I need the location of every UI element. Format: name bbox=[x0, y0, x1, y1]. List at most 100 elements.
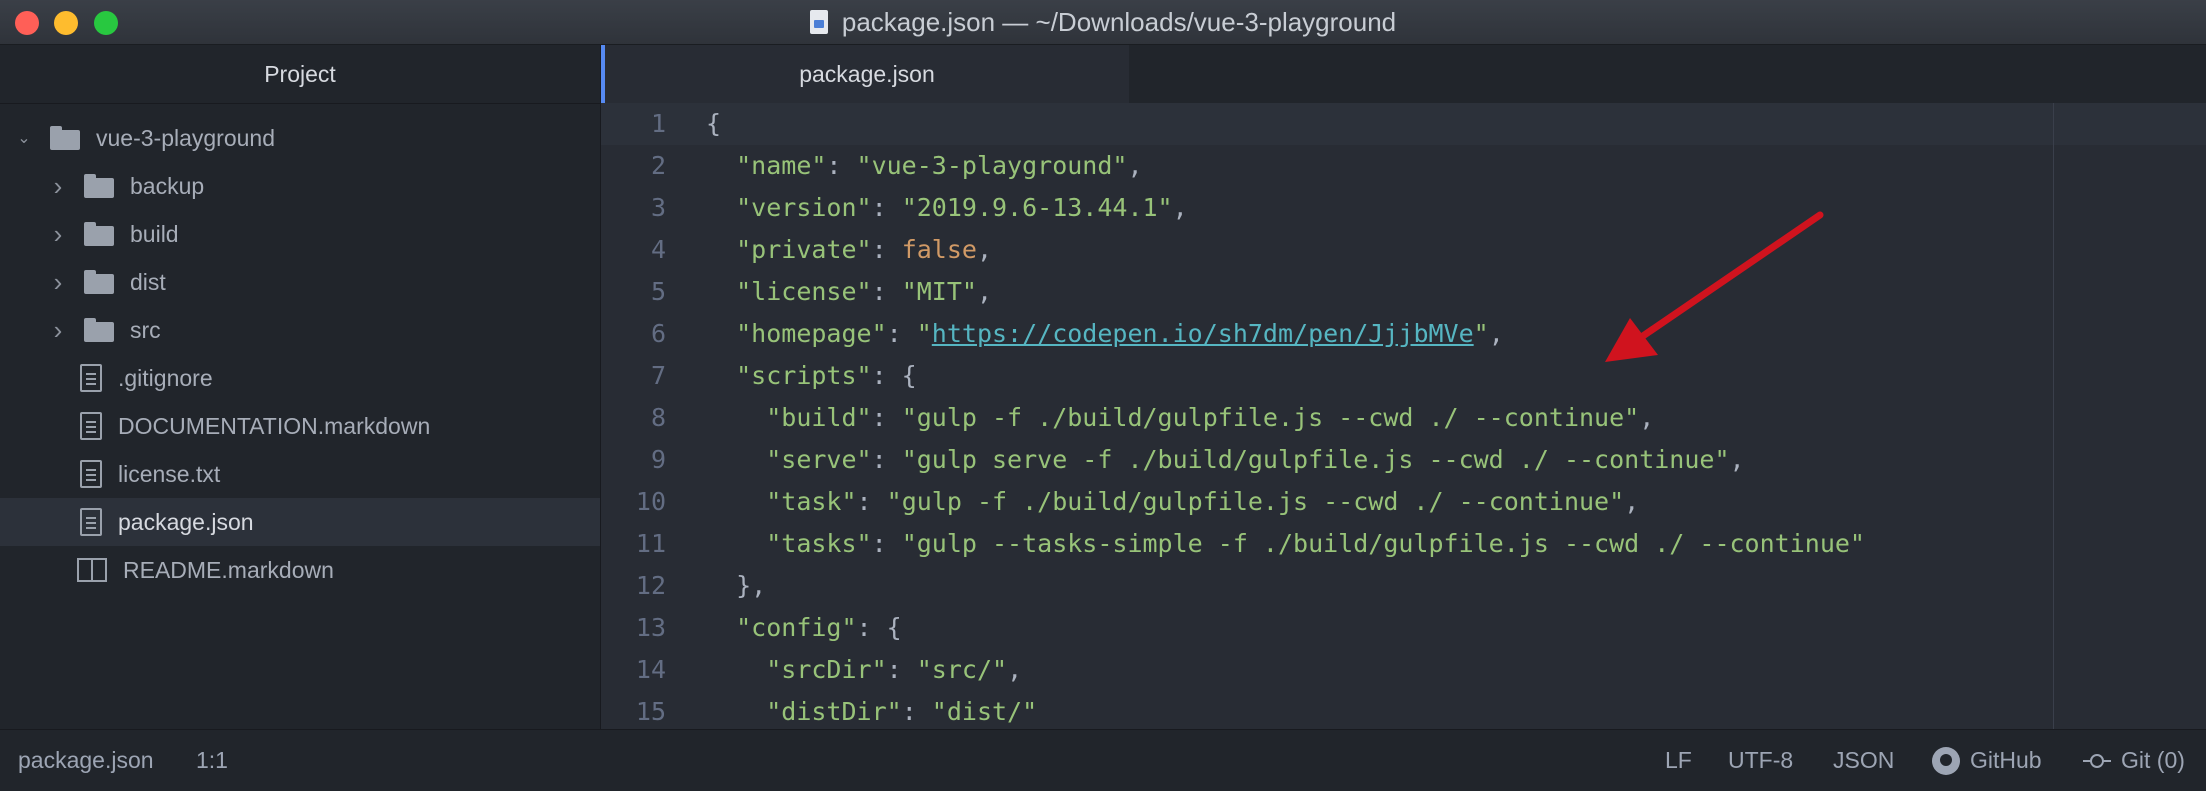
line-content: "version": "2019.9.6-13.44.1", bbox=[706, 187, 1188, 229]
code-token: : bbox=[886, 319, 917, 348]
code-token: , bbox=[1127, 151, 1143, 180]
chevron-right-icon[interactable]: › bbox=[50, 171, 66, 201]
line-number: 11 bbox=[635, 529, 666, 558]
tab-package-json[interactable]: package.json bbox=[601, 45, 1129, 103]
code-line[interactable]: 4 "private": false, bbox=[601, 229, 2206, 271]
line-content: "license": "MIT", bbox=[706, 271, 992, 313]
code-line[interactable]: 5 "license": "MIT", bbox=[601, 271, 2206, 313]
code-token: : { bbox=[871, 361, 917, 390]
status-bar: package.json 1:1 LF UTF-8 JSON GitHub Gi… bbox=[0, 729, 2206, 791]
book-icon bbox=[77, 558, 107, 582]
line-content: "private": false, bbox=[706, 229, 992, 271]
tree-item-label: DOCUMENTATION.markdown bbox=[118, 412, 431, 439]
git-commit-icon bbox=[2083, 753, 2111, 768]
code-token: "vue-3-playground" bbox=[856, 151, 1128, 180]
code-line[interactable]: 13 "config": { bbox=[601, 607, 2206, 649]
code-token: "dist/" bbox=[931, 697, 1038, 726]
chevron-down-icon[interactable]: ⌄ bbox=[16, 130, 32, 147]
file-text-icon bbox=[80, 364, 102, 392]
tree-item-package-json[interactable]: package.json bbox=[0, 498, 600, 546]
document-icon bbox=[809, 10, 828, 34]
code-token: , bbox=[976, 277, 993, 306]
code-token: "serve" bbox=[766, 445, 872, 474]
code-token: "gulp -f ./build/gulpfile.js --cwd ./ --… bbox=[901, 403, 1640, 432]
chevron-right-icon[interactable]: › bbox=[50, 267, 66, 297]
line-number: 8 bbox=[650, 403, 666, 432]
tree-item-documentation-markdown[interactable]: DOCUMENTATION.markdown bbox=[0, 402, 600, 450]
code-line[interactable]: 9 "serve": "gulp serve -f ./build/gulpfi… bbox=[601, 439, 2206, 481]
code-line[interactable]: 11 "tasks": "gulp --tasks-simple -f ./bu… bbox=[601, 523, 2206, 565]
tree-item-label: src bbox=[130, 316, 161, 343]
status-git[interactable]: Git (0) bbox=[2083, 730, 2185, 791]
line-content: "build": "gulp -f ./build/gulpfile.js --… bbox=[706, 397, 1654, 439]
tree-item-label: README.markdown bbox=[123, 556, 334, 583]
code-token: : bbox=[901, 697, 932, 726]
code-line[interactable]: 3 "version": "2019.9.6-13.44.1", bbox=[601, 187, 2206, 229]
code-editor[interactable]: 1{2 "name": "vue-3-playground", 3 "versio… bbox=[601, 103, 2206, 729]
status-github-label: GitHub bbox=[1970, 747, 2042, 773]
code-token: , bbox=[1172, 193, 1188, 222]
tree-item-license-txt[interactable]: license.txt bbox=[0, 450, 600, 498]
folder-icon bbox=[84, 318, 114, 342]
status-line-ending[interactable]: LF bbox=[1665, 730, 1692, 791]
tree-item-src[interactable]: › src bbox=[0, 306, 600, 354]
code-token: , bbox=[1007, 655, 1023, 684]
code-line[interactable]: 10 "task": "gulp -f ./build/gulpfile.js … bbox=[601, 481, 2206, 523]
code-token: , bbox=[976, 235, 993, 264]
code-token: "gulp --tasks-simple -f ./build/gulpfile… bbox=[901, 529, 1865, 558]
code-token: : bbox=[871, 529, 902, 558]
code-token: "version" bbox=[736, 193, 872, 222]
line-number: 9 bbox=[650, 445, 666, 474]
code-token: { bbox=[706, 109, 722, 138]
code-line[interactable]: 12 }, bbox=[601, 565, 2206, 607]
status-cursor-position[interactable]: 1:1 bbox=[196, 730, 228, 791]
chevron-right-icon[interactable]: › bbox=[50, 219, 66, 249]
code-token: , bbox=[1488, 319, 1504, 348]
folder-icon bbox=[50, 126, 80, 150]
status-encoding[interactable]: UTF-8 bbox=[1728, 730, 1793, 791]
folder-icon bbox=[84, 174, 114, 198]
tree-item-label: license.txt bbox=[118, 460, 221, 487]
line-number: 5 bbox=[650, 277, 666, 306]
folder-icon bbox=[84, 270, 114, 294]
line-number: 1 bbox=[650, 109, 666, 138]
code-line[interactable]: 2 "name": "vue-3-playground", bbox=[601, 145, 2206, 187]
tree-item-build[interactable]: › build bbox=[0, 210, 600, 258]
tree-root-folder[interactable]: ⌄ vue-3-playground bbox=[0, 114, 600, 162]
code-token: "scripts" bbox=[736, 361, 872, 390]
code-token: , bbox=[1624, 487, 1640, 516]
tree-item-label: package.json bbox=[118, 508, 254, 535]
homepage-link[interactable]: https://codepen.io/sh7dm/pen/JjjbMVe bbox=[932, 319, 1474, 348]
tree-item-backup[interactable]: › backup bbox=[0, 162, 600, 210]
tree-item-gitignore[interactable]: .gitignore bbox=[0, 354, 600, 402]
sidebar-header[interactable]: Project bbox=[0, 45, 600, 104]
code-line[interactable]: 8 "build": "gulp -f ./build/gulpfile.js … bbox=[601, 397, 2206, 439]
code-token: : bbox=[871, 445, 902, 474]
tree-item-label: build bbox=[130, 220, 179, 247]
tree-item-readme-markdown[interactable]: README.markdown bbox=[0, 546, 600, 594]
status-file-name[interactable]: package.json bbox=[18, 730, 154, 791]
code-line[interactable]: 1{ bbox=[601, 103, 2206, 145]
status-github[interactable]: GitHub bbox=[1932, 730, 2042, 791]
line-number: 7 bbox=[650, 361, 666, 390]
code-line[interactable]: 15 "distDir": "dist/" bbox=[601, 691, 2206, 729]
line-number: 3 bbox=[650, 193, 666, 222]
tree-item-label: dist bbox=[130, 268, 166, 295]
line-number: 12 bbox=[635, 571, 666, 600]
code-token: , bbox=[1729, 445, 1745, 474]
chevron-right-icon[interactable]: › bbox=[50, 315, 66, 345]
code-line[interactable]: 14 "srcDir": "src/", bbox=[601, 649, 2206, 691]
code-line[interactable]: 6 "homepage": "https://codepen.io/sh7dm/… bbox=[601, 313, 2206, 355]
code-line[interactable]: 7 "scripts": { bbox=[601, 355, 2206, 397]
tab-bar: package.json bbox=[601, 45, 2206, 104]
project-sidebar: Project ⌄ vue-3-playground › backup › build… bbox=[0, 45, 601, 729]
line-number: 10 bbox=[635, 487, 666, 516]
status-grammar[interactable]: JSON bbox=[1833, 730, 1894, 791]
code-token: "name" bbox=[736, 151, 827, 180]
code-token: : bbox=[856, 487, 887, 516]
tree-item-dist[interactable]: › dist bbox=[0, 258, 600, 306]
